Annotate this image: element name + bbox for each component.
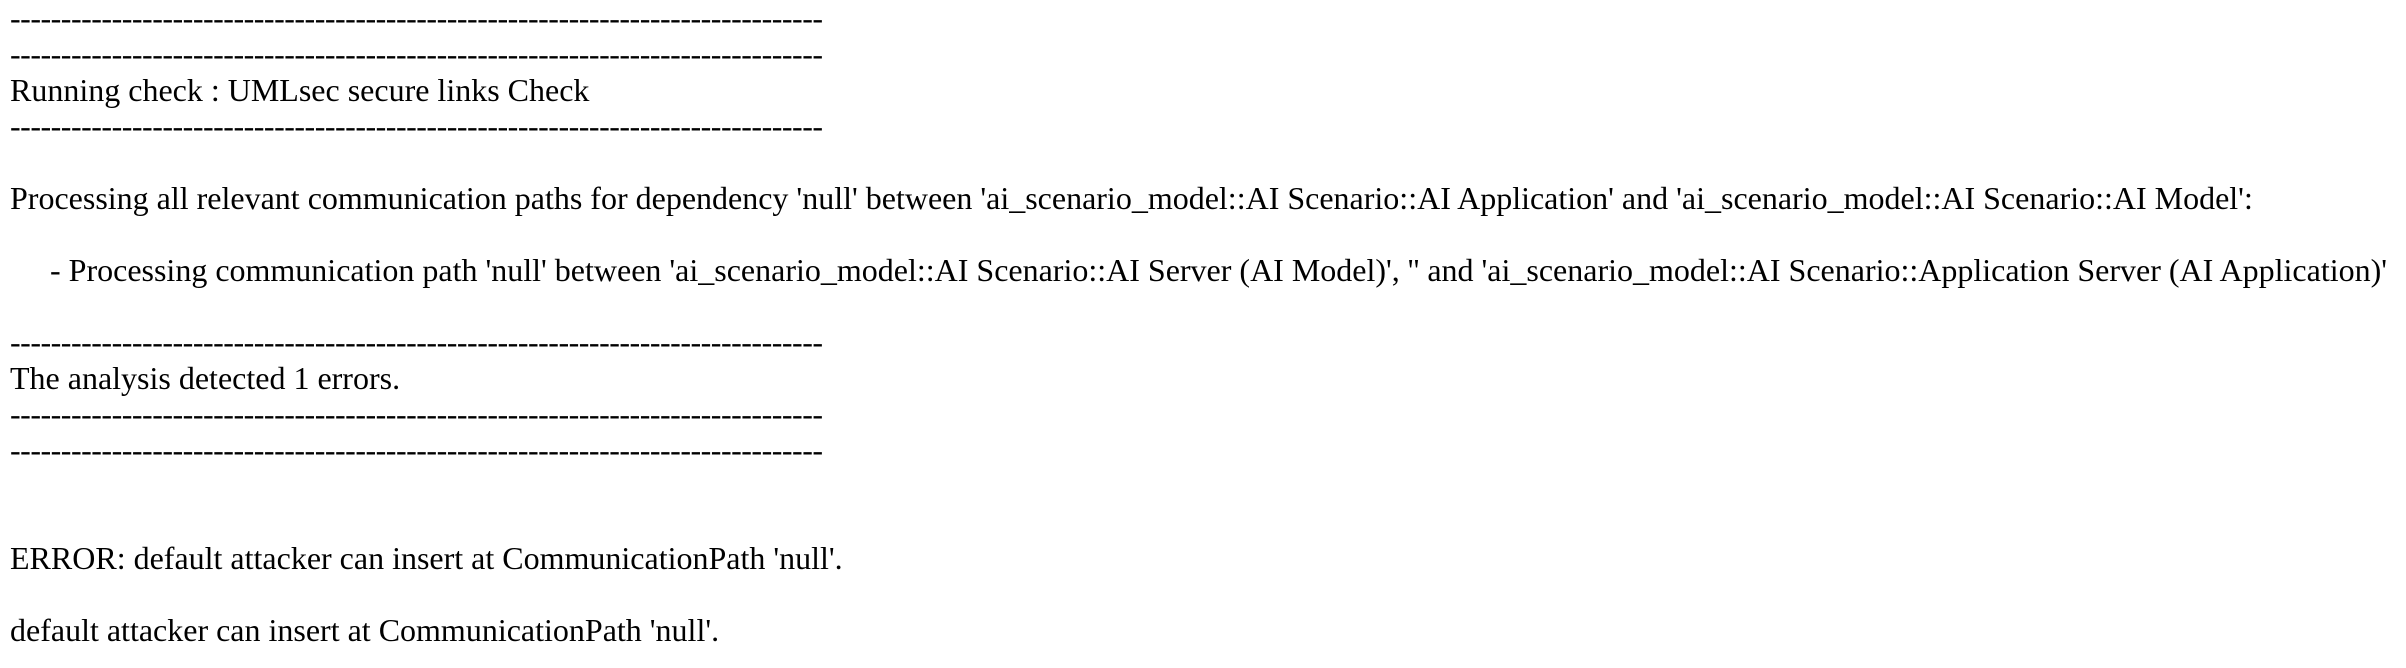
separator-line: ----------------------------------------… (10, 432, 823, 468)
separator-line: ----------------------------------------… (10, 324, 823, 360)
blank-gap (10, 216, 2400, 252)
analysis-summary: The analysis detected 1 errors. (10, 360, 401, 396)
check-heading: Running check : UMLsec secure links Chec… (10, 72, 590, 108)
analysis-report: ----------------------------------------… (10, 0, 2400, 648)
separator-line: ----------------------------------------… (10, 396, 823, 432)
separator-line: ----------------------------------------… (10, 108, 823, 144)
error-line: ERROR: default attacker can insert at Co… (10, 540, 843, 576)
error-detail-line: default attacker can insert at Communica… (10, 612, 720, 648)
blank-gap (10, 468, 2400, 540)
separator-line: ----------------------------------------… (10, 36, 823, 72)
blank-gap (10, 576, 2400, 612)
separator-line: ----------------------------------------… (10, 0, 823, 36)
blank-gap (10, 144, 2400, 180)
dependency-processing-line: Processing all relevant communication pa… (10, 180, 2253, 216)
communication-path-line: - Processing communication path 'null' b… (50, 252, 2388, 288)
blank-gap (10, 288, 2400, 324)
